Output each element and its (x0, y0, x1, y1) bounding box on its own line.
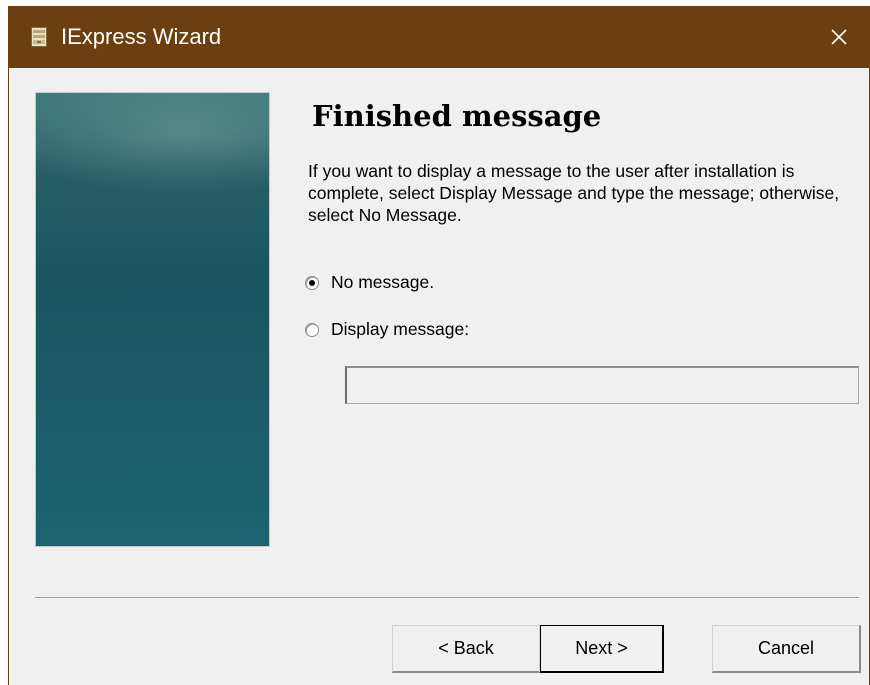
footer-divider (35, 597, 859, 599)
no-message-option[interactable]: No message. (305, 272, 434, 293)
wizard-banner-image (35, 92, 270, 547)
back-button[interactable]: < Back (392, 625, 540, 673)
close-button[interactable] (809, 6, 869, 68)
no-message-radio[interactable] (305, 275, 319, 290)
message-input[interactable] (345, 366, 859, 404)
close-icon (831, 29, 847, 45)
display-message-option[interactable]: Display message: (305, 319, 469, 340)
next-button[interactable]: Next > (540, 625, 664, 673)
display-message-radio[interactable] (305, 322, 319, 337)
window-title: IExpress Wizard (61, 24, 222, 49)
display-message-label: Display message: (331, 319, 470, 339)
installer-package-icon (31, 27, 47, 47)
title-bar[interactable]: IExpress Wizard (9, 6, 869, 68)
page-title: Finished message (312, 99, 602, 133)
wizard-window: IExpress Wizard Finished message If you … (8, 6, 870, 685)
page-description: If you want to display a message to the … (308, 161, 840, 225)
cancel-button[interactable]: Cancel (712, 625, 861, 673)
no-message-label: No message. (331, 272, 435, 292)
